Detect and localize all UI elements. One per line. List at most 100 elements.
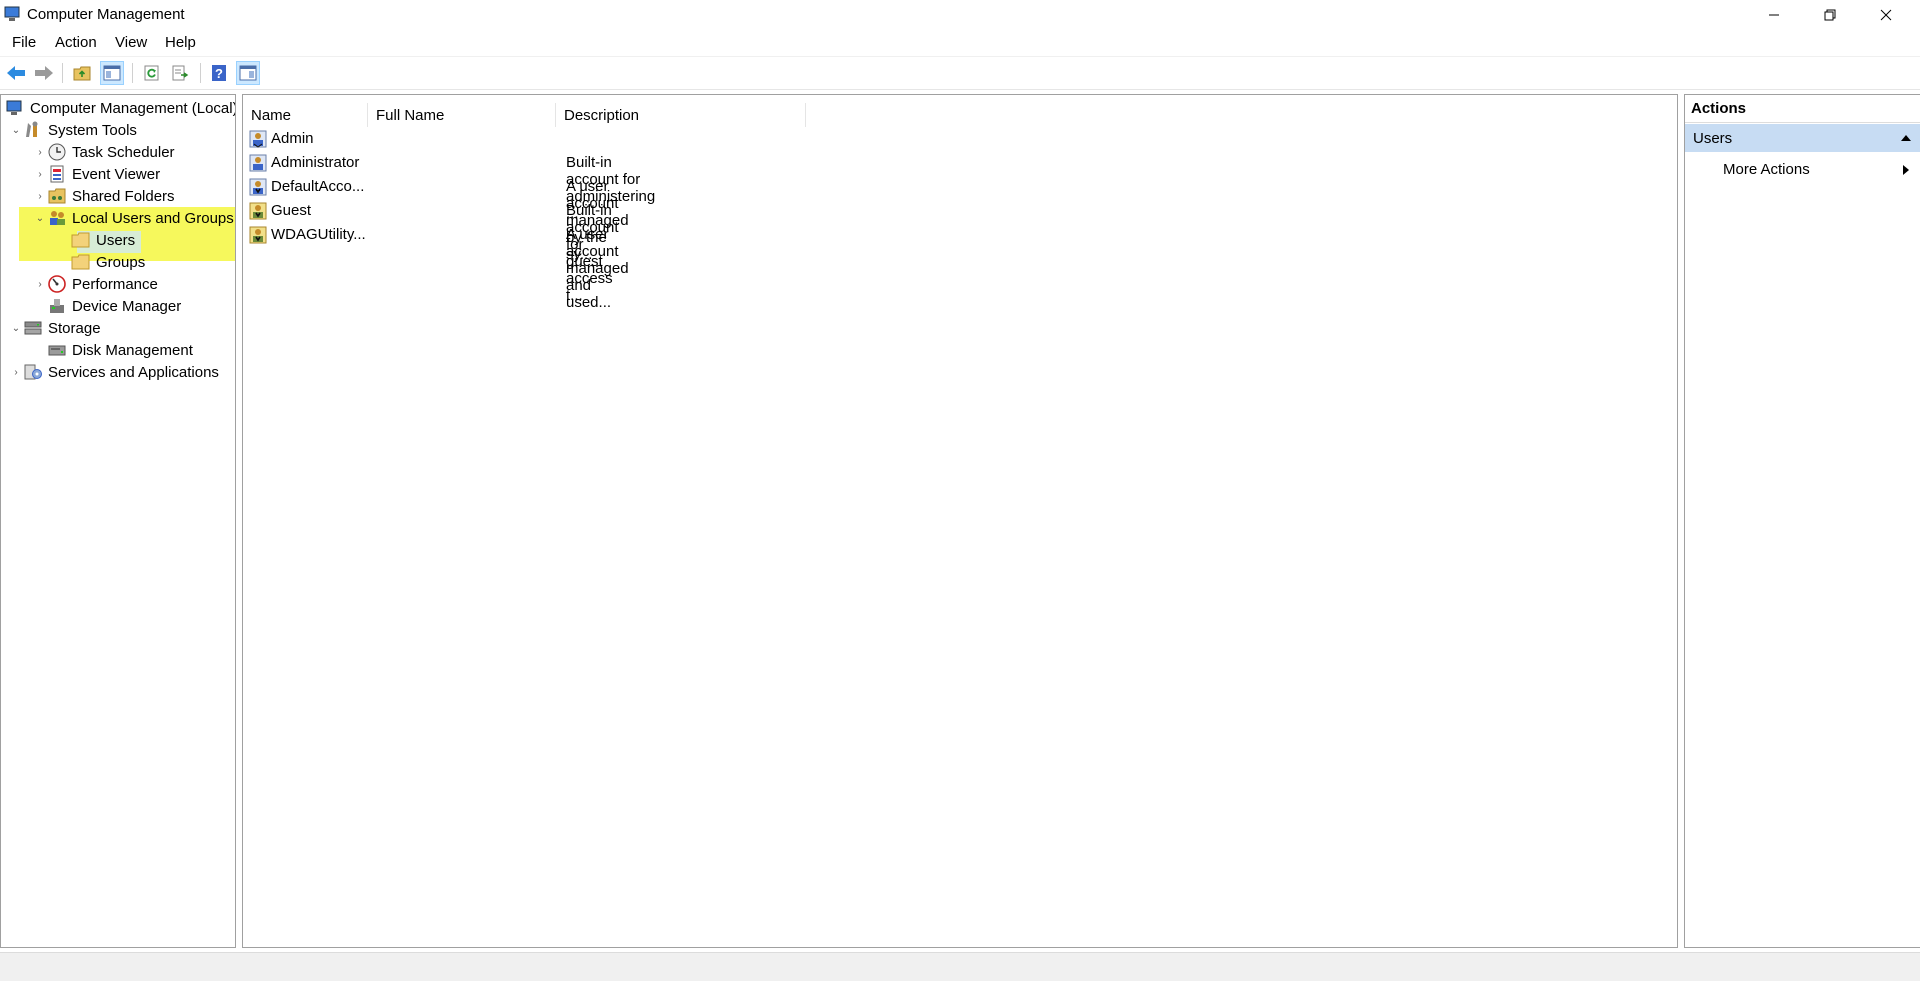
tree-label-users: Users bbox=[96, 231, 136, 249]
minimize-button[interactable] bbox=[1746, 0, 1802, 30]
computer-icon bbox=[5, 99, 25, 117]
column-header-description[interactable]: Description bbox=[556, 103, 806, 127]
users-groups-icon bbox=[47, 209, 67, 227]
menu-file[interactable]: File bbox=[12, 34, 36, 51]
disabled-user-icon bbox=[249, 178, 267, 196]
refresh-icon bbox=[144, 65, 159, 81]
tree-label-disk-management: Disk Management bbox=[72, 341, 193, 359]
export-list-icon bbox=[172, 65, 189, 81]
menu-bar: File Action View Help bbox=[0, 30, 1920, 57]
folder-icon bbox=[71, 253, 91, 271]
console-tree-icon bbox=[103, 65, 121, 81]
tree-label-task-scheduler: Task Scheduler bbox=[72, 143, 175, 161]
tree-label-storage: Storage bbox=[48, 319, 101, 337]
action-pane-icon bbox=[239, 65, 257, 81]
device-manager-icon bbox=[47, 297, 67, 315]
tree-node-local-users-and-groups[interactable]: ⌄ Local Users and Groups bbox=[33, 207, 234, 229]
tree-label-device-manager: Device Manager bbox=[72, 297, 182, 315]
results-pane: Name Full Name Description Admin Adminis… bbox=[242, 94, 1678, 948]
close-button[interactable] bbox=[1858, 0, 1914, 30]
computer-management-icon bbox=[4, 6, 20, 21]
close-icon bbox=[1880, 9, 1892, 21]
user-description: A user account managed and used... bbox=[566, 226, 629, 311]
window-title: Computer Management bbox=[27, 6, 185, 23]
tree-node-storage[interactable]: ⌄ Storage bbox=[9, 317, 101, 339]
forward-button[interactable] bbox=[32, 61, 56, 85]
minimize-icon bbox=[1769, 14, 1779, 16]
chevron-down-icon[interactable]: ⌄ bbox=[9, 317, 23, 339]
tree-node-device-manager[interactable]: Device Manager bbox=[47, 295, 181, 317]
toolbar: ? bbox=[0, 57, 1920, 90]
user-name: Admin bbox=[271, 130, 314, 147]
restore-button[interactable] bbox=[1802, 0, 1858, 30]
tree-node-groups[interactable]: Groups bbox=[71, 251, 145, 273]
back-arrow-icon bbox=[7, 66, 25, 80]
tree-label-groups: Groups bbox=[96, 253, 146, 271]
console-tree: Computer Management (Local) ⌄ System Too… bbox=[0, 94, 236, 948]
clock-icon bbox=[47, 143, 67, 161]
tree-node-system-tools[interactable]: ⌄ System Tools bbox=[9, 119, 137, 141]
event-viewer-icon bbox=[47, 165, 67, 183]
up-one-level-button[interactable] bbox=[70, 61, 94, 85]
tree-label-system-tools: System Tools bbox=[48, 121, 137, 139]
actions-section-users[interactable]: Users bbox=[1685, 124, 1920, 152]
tree-label-shared-folders: Shared Folders bbox=[72, 187, 175, 205]
chevron-down-icon[interactable]: ⌄ bbox=[33, 207, 47, 229]
actions-section-label: Users bbox=[1693, 129, 1733, 147]
back-button[interactable] bbox=[4, 61, 28, 85]
help-icon: ? bbox=[212, 65, 226, 81]
user-name: WDAGUtility... bbox=[271, 226, 366, 243]
chevron-right-icon[interactable]: › bbox=[33, 273, 47, 295]
tree-node-task-scheduler[interactable]: › Task Scheduler bbox=[33, 141, 175, 163]
refresh-button[interactable] bbox=[140, 61, 164, 85]
tree-node-root[interactable]: Computer Management (Local) bbox=[5, 97, 236, 119]
export-list-button[interactable] bbox=[168, 61, 192, 85]
tree-label-performance: Performance bbox=[72, 275, 158, 293]
chevron-right-icon[interactable]: › bbox=[33, 163, 47, 185]
disabled-user-icon bbox=[249, 202, 267, 220]
more-actions-item[interactable]: More Actions bbox=[1723, 161, 1810, 178]
actions-pane: Actions Users More Actions bbox=[1684, 94, 1920, 948]
performance-icon bbox=[47, 275, 67, 293]
tree-node-disk-management[interactable]: Disk Management bbox=[47, 339, 193, 361]
tree-label-root: Computer Management (Local) bbox=[30, 99, 236, 117]
tools-icon bbox=[23, 121, 43, 139]
disk-icon bbox=[47, 341, 67, 359]
tree-node-services-and-applications[interactable]: › Services and Applications bbox=[9, 361, 219, 383]
tree-node-shared-folders[interactable]: › Shared Folders bbox=[33, 185, 175, 207]
title-bar: Computer Management bbox=[0, 0, 1920, 30]
tree-label-event-viewer: Event Viewer bbox=[72, 165, 161, 183]
user-icon bbox=[249, 130, 267, 148]
restore-icon bbox=[1824, 9, 1836, 21]
column-header-full-name[interactable]: Full Name bbox=[368, 103, 556, 127]
menu-view[interactable]: View bbox=[115, 34, 147, 51]
folder-icon bbox=[71, 231, 91, 249]
chevron-right-icon[interactable]: › bbox=[33, 185, 47, 207]
show-hide-console-tree-button[interactable] bbox=[100, 61, 124, 85]
storage-icon bbox=[23, 319, 43, 337]
chevron-down-icon[interactable]: ⌄ bbox=[9, 119, 23, 141]
services-icon bbox=[23, 363, 43, 381]
tree-node-users[interactable]: Users bbox=[71, 229, 135, 251]
tree-node-performance[interactable]: › Performance bbox=[33, 273, 158, 295]
chevron-right-icon[interactable]: › bbox=[33, 141, 47, 163]
help-button[interactable]: ? bbox=[207, 61, 231, 85]
shared-folder-icon bbox=[47, 187, 67, 205]
folder-up-icon bbox=[73, 66, 91, 81]
column-header-name[interactable]: Name bbox=[243, 103, 368, 127]
menu-action[interactable]: Action bbox=[55, 34, 97, 51]
chevron-right-icon[interactable]: › bbox=[9, 361, 23, 383]
tree-label-local-users-and-groups: Local Users and Groups bbox=[72, 209, 234, 227]
disabled-user-icon bbox=[249, 226, 267, 244]
user-name: DefaultAcco... bbox=[271, 178, 365, 195]
user-icon bbox=[249, 154, 267, 172]
tree-node-event-viewer[interactable]: › Event Viewer bbox=[33, 163, 160, 185]
collapse-up-icon[interactable] bbox=[1900, 134, 1912, 142]
submenu-arrow-icon[interactable] bbox=[1902, 164, 1910, 176]
show-hide-action-pane-button[interactable] bbox=[236, 61, 260, 85]
actions-title: Actions bbox=[1685, 95, 1920, 123]
status-bar bbox=[0, 952, 1920, 981]
menu-help[interactable]: Help bbox=[165, 34, 196, 51]
forward-arrow-icon bbox=[35, 66, 53, 80]
tree-label-services-and-applications: Services and Applications bbox=[48, 363, 219, 381]
